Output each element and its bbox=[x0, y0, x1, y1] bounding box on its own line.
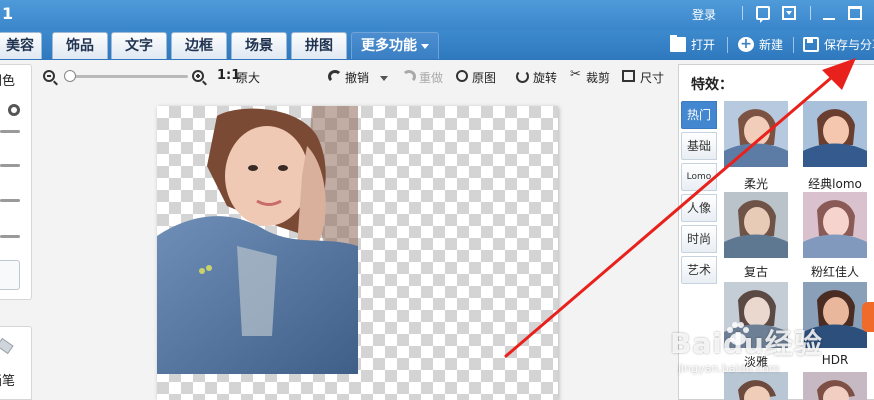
tab-accessories[interactable]: 饰品 bbox=[52, 32, 108, 59]
undo-button[interactable]: 撤销 bbox=[345, 69, 369, 86]
effect-label: 柔光 bbox=[743, 177, 768, 191]
watermark-sub: jingyan.baidu.com bbox=[678, 362, 780, 375]
original-size-button[interactable]: 原大 bbox=[236, 69, 260, 86]
paw-icon bbox=[727, 322, 749, 345]
plus-icon bbox=[738, 34, 754, 54]
brightness-slider[interactable] bbox=[0, 130, 20, 133]
main-tab-bar: 美容 饰品 文字 边框 场景 拼图 更多功能 打开 新建 保存与分享 bbox=[0, 30, 874, 60]
effect-label: 粉红佳人 bbox=[810, 265, 859, 279]
save-share-button[interactable]: 保存与分享 bbox=[803, 35, 874, 55]
effect-label: 经典lomo bbox=[808, 177, 862, 191]
effect-thumbnail[interactable] bbox=[803, 101, 867, 167]
tab-frame[interactable]: 边框 bbox=[171, 32, 227, 59]
login-link[interactable]: 登录 bbox=[692, 6, 716, 23]
reset-icon[interactable] bbox=[8, 104, 20, 116]
photo-image[interactable] bbox=[157, 106, 358, 374]
new-label: 新建 bbox=[759, 38, 784, 52]
dropdown-box-icon[interactable] bbox=[782, 6, 796, 20]
effects-tab-fashion[interactable]: 时尚 bbox=[681, 225, 717, 253]
title-bar: 1 登录 bbox=[0, 0, 874, 30]
tab-more-features[interactable]: 更多功能 bbox=[351, 32, 439, 59]
adjust-panel: 调色 bbox=[0, 64, 32, 300]
sharpness-slider[interactable] bbox=[0, 235, 20, 238]
chevron-down-icon[interactable] bbox=[380, 76, 388, 81]
pen-panel[interactable]: 画笔 bbox=[0, 326, 32, 400]
original-image-icon bbox=[456, 70, 468, 82]
app-number: 1 bbox=[2, 4, 14, 23]
chat-icon[interactable] bbox=[756, 6, 770, 23]
effect-thumbnail[interactable] bbox=[724, 192, 788, 258]
effects-tab-portrait[interactable]: 人像 bbox=[681, 194, 717, 222]
save-icon bbox=[803, 37, 819, 52]
new-button[interactable]: 新建 bbox=[738, 34, 788, 55]
more-features-label: 更多功能 bbox=[361, 38, 417, 54]
crop-button[interactable]: 裁剪 bbox=[586, 69, 610, 86]
effects-tab-basic[interactable]: 基础 bbox=[681, 132, 717, 160]
effect-thumbnail[interactable] bbox=[803, 192, 867, 258]
color-adjust-label: 调色 bbox=[0, 74, 16, 89]
contrast-slider[interactable] bbox=[0, 164, 20, 167]
divider bbox=[793, 37, 794, 53]
redo-button[interactable]: 重做 bbox=[419, 69, 443, 86]
size-button[interactable]: 尺寸 bbox=[640, 69, 664, 86]
folder-icon bbox=[670, 35, 686, 52]
zoom-in-icon[interactable] bbox=[192, 70, 207, 86]
effects-tab-lomo[interactable]: Lomo bbox=[681, 163, 717, 191]
tab-collage[interactable]: 拼图 bbox=[291, 32, 347, 59]
open-label: 打开 bbox=[691, 38, 716, 52]
undo-icon[interactable] bbox=[328, 70, 342, 83]
zoom-out-icon[interactable] bbox=[43, 70, 58, 86]
saturation-slider[interactable] bbox=[0, 199, 20, 202]
edit-toolbar: 1:1 原大 撤销 重做 原图 旋转 ✂ 裁剪 尺寸 bbox=[40, 66, 670, 88]
tab-text[interactable]: 文字 bbox=[111, 32, 167, 59]
effects-title: 特效： bbox=[691, 77, 733, 93]
pen-label: 画笔 bbox=[0, 374, 16, 389]
divider bbox=[742, 6, 743, 20]
tab-scene[interactable]: 场景 bbox=[231, 32, 287, 59]
baidu-watermark: Baidu经验 jingyan.baidu.com bbox=[670, 322, 870, 400]
effect-label: 复古 bbox=[743, 265, 768, 279]
adjust-button[interactable] bbox=[0, 260, 20, 290]
chevron-down-icon bbox=[421, 43, 429, 49]
orange-badge bbox=[862, 302, 874, 332]
effects-tab-hot[interactable]: 热门 bbox=[681, 101, 717, 129]
zoom-slider-thumb[interactable] bbox=[64, 70, 76, 82]
tab-beauty[interactable]: 美容 bbox=[0, 32, 42, 59]
zoom-slider-track[interactable] bbox=[68, 75, 188, 78]
open-button[interactable]: 打开 bbox=[670, 35, 720, 55]
effects-tab-art[interactable]: 艺术 bbox=[681, 256, 717, 284]
original-image-button[interactable]: 原图 bbox=[472, 69, 496, 86]
save-share-label: 保存与分享 bbox=[824, 38, 874, 52]
divider bbox=[727, 37, 728, 53]
divider bbox=[810, 6, 811, 20]
scissors-icon: ✂ bbox=[570, 67, 581, 82]
resize-icon bbox=[622, 70, 635, 82]
redo-icon bbox=[402, 70, 416, 83]
effect-thumbnail[interactable] bbox=[724, 101, 788, 167]
rotate-button[interactable]: 旋转 bbox=[533, 69, 557, 86]
maximize-icon[interactable] bbox=[848, 6, 862, 20]
pen-icon bbox=[0, 337, 14, 355]
rotate-icon bbox=[516, 70, 529, 83]
minimize-icon[interactable] bbox=[822, 6, 836, 20]
